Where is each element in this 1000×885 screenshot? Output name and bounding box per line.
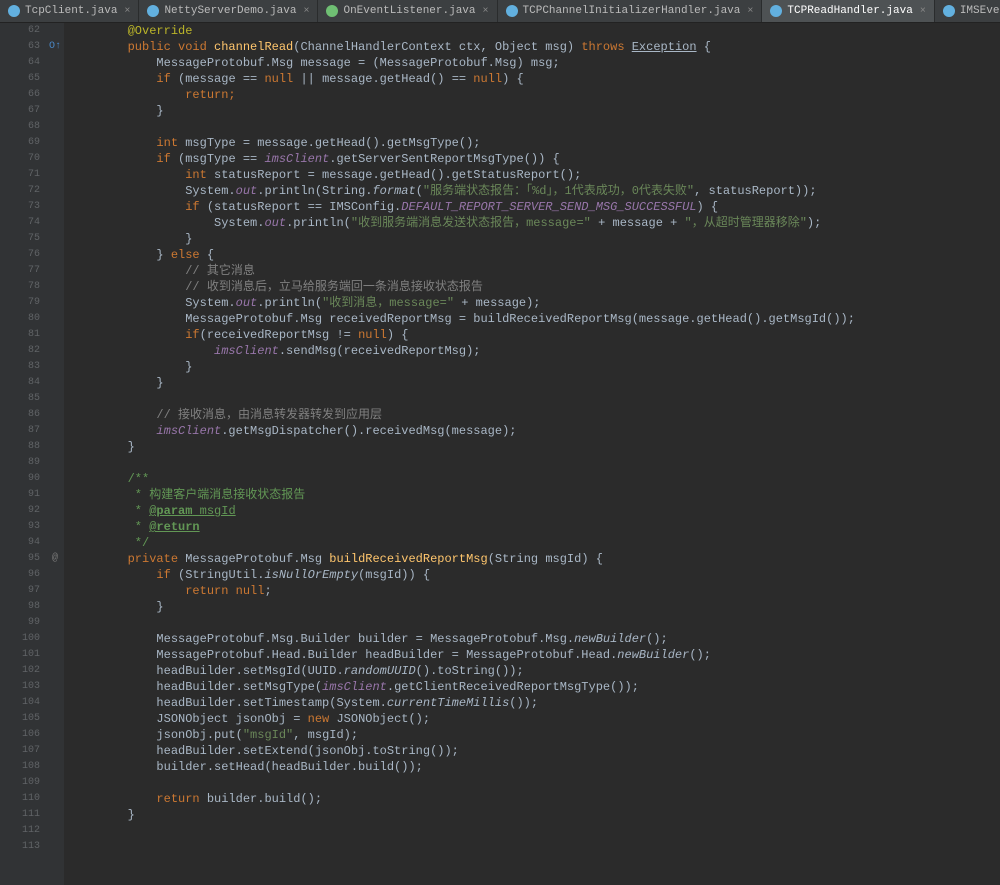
line-number: 106 xyxy=(4,727,40,743)
line-number: 63 xyxy=(4,39,40,55)
line-number: 80 xyxy=(4,311,40,327)
line-number: 99 xyxy=(4,615,40,631)
line-number: 69 xyxy=(4,135,40,151)
close-icon[interactable]: × xyxy=(920,6,926,17)
tab-tcpchannelinitializerhandler-java[interactable]: TCPChannelInitializerHandler.java × xyxy=(498,0,763,22)
line-number: 81 xyxy=(4,327,40,343)
line-number-gutter: 6263646566676869707172737475767778798081… xyxy=(0,23,46,885)
line-number: 87 xyxy=(4,423,40,439)
line-number: 112 xyxy=(4,823,40,839)
tab-label: TCPChannelInitializerHandler.java xyxy=(523,5,741,17)
tab-tcpclient-java[interactable]: TcpClient.java × xyxy=(0,0,139,22)
java-file-icon xyxy=(943,5,955,17)
tab-nettyserverdemo-java[interactable]: NettyServerDemo.java × xyxy=(139,0,318,22)
annotation-override: @Override xyxy=(128,24,193,38)
close-icon[interactable]: × xyxy=(483,6,489,17)
line-number: 70 xyxy=(4,151,40,167)
line-number: 95 xyxy=(4,551,40,567)
line-number: 94 xyxy=(4,535,40,551)
close-icon[interactable]: × xyxy=(747,6,753,17)
line-number: 66 xyxy=(4,87,40,103)
line-number: 92 xyxy=(4,503,40,519)
line-number: 96 xyxy=(4,567,40,583)
line-number: 101 xyxy=(4,647,40,663)
line-number: 79 xyxy=(4,295,40,311)
tab-imseventlistener-java[interactable]: IMSEventListener.java× xyxy=(935,0,1000,22)
line-number: 110 xyxy=(4,791,40,807)
java-file-icon xyxy=(326,5,338,17)
gutter-marks: O↑ @ xyxy=(46,23,64,885)
line-number: 62 xyxy=(4,23,40,39)
close-icon[interactable]: × xyxy=(124,6,130,17)
tab-tcpreadhandler-java[interactable]: TCPReadHandler.java × xyxy=(762,0,934,22)
java-file-icon xyxy=(147,5,159,17)
line-number: 72 xyxy=(4,183,40,199)
close-icon[interactable]: × xyxy=(303,6,309,17)
line-number: 67 xyxy=(4,103,40,119)
line-number: 108 xyxy=(4,759,40,775)
editor-tabs: TcpClient.java×NettyServerDemo.java×OnEv… xyxy=(0,0,1000,23)
line-number: 93 xyxy=(4,519,40,535)
code-area[interactable]: @Override public void channelRead(Channe… xyxy=(64,23,1000,885)
tab-label: TcpClient.java xyxy=(25,5,117,17)
override-icon: O↑ xyxy=(46,39,64,55)
java-file-icon xyxy=(8,5,20,17)
tab-label: NettyServerDemo.java xyxy=(164,5,296,17)
tab-oneventlistener-java[interactable]: OnEventListener.java × xyxy=(318,0,497,22)
line-number: 75 xyxy=(4,231,40,247)
line-number: 83 xyxy=(4,359,40,375)
tab-label: OnEventListener.java xyxy=(343,5,475,17)
method-channelRead: channelRead xyxy=(214,40,293,54)
java-file-icon xyxy=(506,5,518,17)
line-number: 90 xyxy=(4,471,40,487)
line-number: 86 xyxy=(4,407,40,423)
line-number: 107 xyxy=(4,743,40,759)
line-number: 82 xyxy=(4,343,40,359)
line-number: 68 xyxy=(4,119,40,135)
line-number: 89 xyxy=(4,455,40,471)
line-number: 85 xyxy=(4,391,40,407)
tab-label: TCPReadHandler.java xyxy=(787,5,912,17)
line-number: 111 xyxy=(4,807,40,823)
line-number: 88 xyxy=(4,439,40,455)
line-number: 98 xyxy=(4,599,40,615)
line-number: 64 xyxy=(4,55,40,71)
code-editor[interactable]: 6263646566676869707172737475767778798081… xyxy=(0,23,1000,885)
line-number: 71 xyxy=(4,167,40,183)
line-number: 65 xyxy=(4,71,40,87)
line-number: 76 xyxy=(4,247,40,263)
line-number: 84 xyxy=(4,375,40,391)
tab-label: IMSEventListener.java xyxy=(960,5,1000,17)
line-number: 105 xyxy=(4,711,40,727)
line-number: 104 xyxy=(4,695,40,711)
line-number: 103 xyxy=(4,679,40,695)
method-buildReceivedReportMsg: buildReceivedReportMsg xyxy=(329,552,487,566)
line-number: 113 xyxy=(4,839,40,855)
line-number: 73 xyxy=(4,199,40,215)
line-number: 100 xyxy=(4,631,40,647)
line-number: 78 xyxy=(4,279,40,295)
line-number: 77 xyxy=(4,263,40,279)
line-number: 97 xyxy=(4,583,40,599)
line-number: 91 xyxy=(4,487,40,503)
line-number: 102 xyxy=(4,663,40,679)
line-number: 109 xyxy=(4,775,40,791)
line-number: 74 xyxy=(4,215,40,231)
suppress-icon: @ xyxy=(46,551,64,567)
java-file-icon xyxy=(770,5,782,17)
